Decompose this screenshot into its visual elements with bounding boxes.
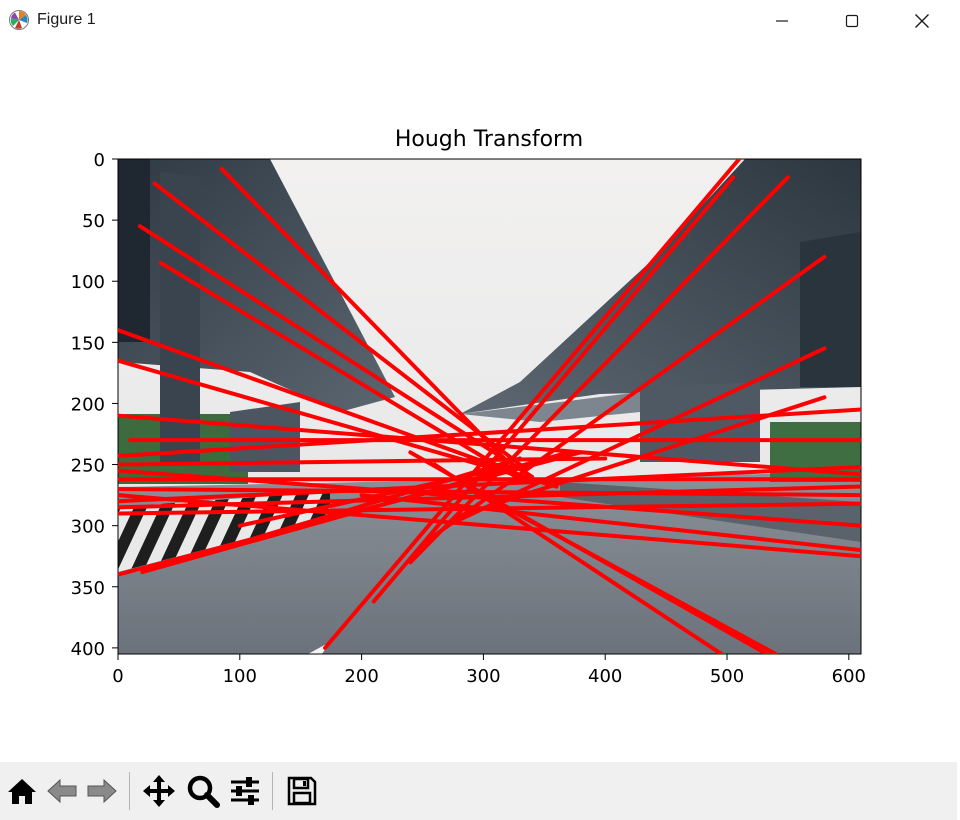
x-tick-label: 100 <box>223 666 257 687</box>
window-title: Figure 1 <box>37 11 96 28</box>
navigation-toolbar <box>0 762 957 820</box>
home-icon <box>8 779 36 804</box>
maximize-icon <box>845 14 859 28</box>
matplotlib-logo-icon <box>9 10 29 30</box>
configure-subplots-button[interactable] <box>225 770 265 812</box>
zoom-icon <box>187 775 220 808</box>
chart-title: Hough Transform <box>395 127 583 152</box>
y-axis: 0 50 100 150 200 250 300 350 400 <box>71 150 118 660</box>
y-tick-label: 100 <box>71 272 105 293</box>
toolbar-separator <box>272 772 273 810</box>
y-tick-label: 400 <box>71 639 105 660</box>
close-button[interactable] <box>887 0 957 42</box>
background-photo <box>118 159 861 654</box>
figure-canvas[interactable]: Hough Transform 0 100 200 300 400 500 60… <box>0 42 957 762</box>
y-tick-label: 200 <box>71 394 105 415</box>
configure-subplots-icon <box>231 777 259 805</box>
y-tick-label: 150 <box>71 333 105 354</box>
maximize-button[interactable] <box>817 0 887 42</box>
x-tick-label: 200 <box>344 666 378 687</box>
zoom-button[interactable] <box>183 770 223 812</box>
forward-button[interactable] <box>82 770 122 812</box>
y-tick-label: 350 <box>71 578 105 599</box>
home-button[interactable] <box>2 770 42 812</box>
x-axis: 0 100 200 300 400 500 600 <box>112 654 866 687</box>
title-bar[interactable]: Figure 1 <box>0 0 957 42</box>
figure-window: Figure 1 Hough Transform 0 100 200 300 4… <box>0 0 957 820</box>
x-tick-label: 600 <box>832 666 866 687</box>
y-tick-label: 50 <box>82 211 105 232</box>
x-tick-label: 300 <box>466 666 500 687</box>
save-icon <box>287 776 317 806</box>
plot-area: Hough Transform 0 100 200 300 400 500 60… <box>71 127 866 687</box>
y-tick-label: 250 <box>71 456 105 477</box>
minimize-icon <box>776 20 788 22</box>
y-tick-label: 0 <box>94 150 105 171</box>
minimize-button[interactable] <box>747 0 817 42</box>
x-tick-label: 500 <box>710 666 744 687</box>
close-icon <box>915 14 929 28</box>
y-tick-label: 300 <box>71 517 105 538</box>
back-button[interactable] <box>42 770 82 812</box>
forward-icon <box>87 778 117 804</box>
x-tick-label: 400 <box>588 666 622 687</box>
toolbar-separator <box>129 772 130 810</box>
pan-button[interactable] <box>139 770 179 812</box>
pan-icon <box>143 775 175 807</box>
x-tick-label: 0 <box>112 666 123 687</box>
back-icon <box>47 778 77 804</box>
save-button[interactable] <box>282 770 322 812</box>
